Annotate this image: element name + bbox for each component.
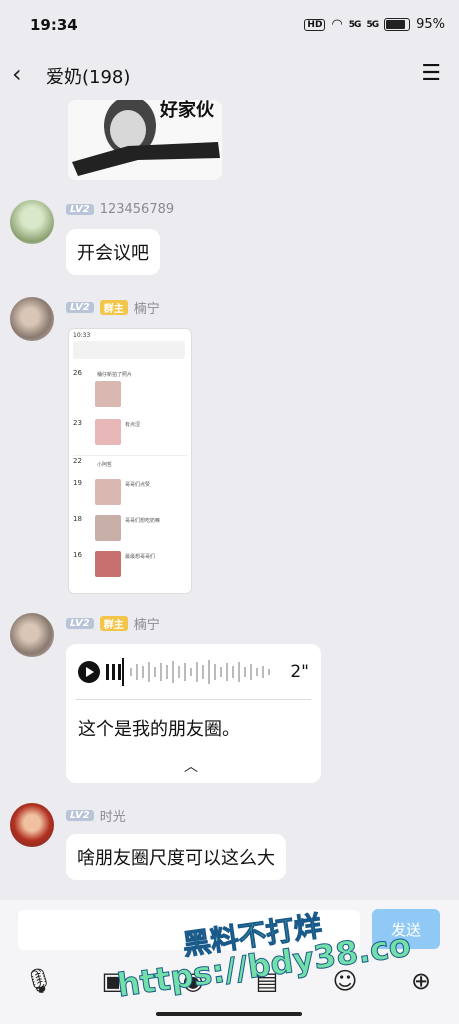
sender-meta: LV2 群主 楠宁 [66, 298, 160, 317]
voice-message[interactable]: 2" 这个是我的朋友圈。 ︿ [66, 644, 321, 783]
entry-day: 19 [73, 479, 82, 487]
waveform-icon [106, 658, 270, 686]
signal-5g-icon-2: 5G [366, 19, 379, 30]
owner-badge: 群主 [99, 300, 128, 315]
level-badge: LV2 [66, 810, 94, 821]
entry-text: 桶仔新拍了照片 [97, 372, 133, 378]
entry-thumbnail [95, 479, 121, 505]
play-icon[interactable] [78, 661, 100, 683]
entry-text: 小阿哲 [97, 462, 113, 468]
entry-thumbnail [95, 419, 121, 445]
sender-name: 时光 [99, 810, 126, 825]
entry-day: 23 [73, 419, 82, 427]
microphone-icon[interactable]: 🎙 [22, 964, 56, 998]
avatar[interactable] [10, 803, 54, 847]
entry-thumbnail [95, 551, 121, 577]
avatar[interactable] [10, 200, 54, 244]
sticker-caption: 好家伙 [160, 100, 214, 121]
signal-5g-icon: 5G [348, 19, 362, 30]
plus-icon[interactable]: ⊕ [404, 964, 438, 998]
image-message[interactable]: 10:33 26 桶仔新拍了照片 23 有点涩 22 小阿哲 19 哥哥们点赞 … [68, 328, 192, 594]
entry-day: 16 [73, 551, 82, 559]
message-bubble[interactable]: 啥朋友圈尺度可以这么大 [66, 834, 286, 880]
sender-meta: LV2 时光 [66, 806, 126, 825]
level-badge: LV2 [66, 302, 94, 313]
level-badge: LV2 [66, 204, 94, 215]
sender-name: 楠宁 [133, 302, 160, 317]
status-icons: HD ◠ 5G 5G 95% [304, 17, 445, 32]
chat-header: ‹ 爱奶(198) ☰ [0, 52, 459, 98]
sender-name: 楠宁 [133, 618, 160, 633]
home-indicator [156, 1012, 302, 1016]
battery-level: 95% [416, 17, 445, 32]
entry-thumbnail [95, 515, 121, 541]
menu-icon[interactable]: ☰ [421, 61, 441, 86]
battery-icon [384, 18, 411, 31]
sender-meta: LV2 123456789 [66, 202, 174, 217]
message-text: 啥朋友圈尺度可以这么大 [77, 848, 275, 869]
screenshot-time: 10:33 [73, 332, 91, 339]
avatar[interactable] [10, 297, 54, 341]
level-badge: LV2 [66, 618, 94, 629]
entry-day: 22 [73, 457, 82, 465]
divider [73, 455, 187, 456]
entry-text: 最最想哥哥们 [125, 554, 156, 560]
sender-name: 123456789 [99, 202, 175, 217]
chat-title: 爱奶(198) [46, 67, 131, 88]
screenshot-notice [73, 341, 185, 359]
entry-text: 哥哥们想吃奶嘛 [125, 518, 161, 524]
message-bubble[interactable]: 开会议吧 [66, 229, 160, 275]
sticker-image[interactable]: 好家伙 [68, 100, 222, 180]
divider [76, 699, 311, 700]
clock: 19:34 [30, 16, 78, 34]
sender-meta: LV2 群主 楠宁 [66, 614, 160, 633]
entry-thumbnail [95, 381, 121, 407]
wifi-icon: ◠ [331, 17, 343, 32]
avatar[interactable] [10, 613, 54, 657]
status-bar: 19:34 HD ◠ 5G 5G 95% [0, 0, 459, 52]
chevron-up-icon[interactable]: ︿ [184, 756, 198, 776]
hd-icon: HD [304, 18, 326, 31]
entry-day: 18 [73, 515, 82, 523]
owner-badge: 群主 [99, 616, 128, 631]
entry-text: 有点涩 [125, 422, 141, 428]
entry-day: 26 [73, 369, 82, 377]
voice-duration: 2" [290, 662, 309, 682]
back-arrow-icon[interactable]: ‹ [12, 60, 22, 88]
voice-transcript: 这个是我的朋友圈。 [78, 719, 240, 740]
entry-text: 哥哥们点赞 [125, 482, 151, 488]
message-text: 开会议吧 [77, 243, 149, 264]
